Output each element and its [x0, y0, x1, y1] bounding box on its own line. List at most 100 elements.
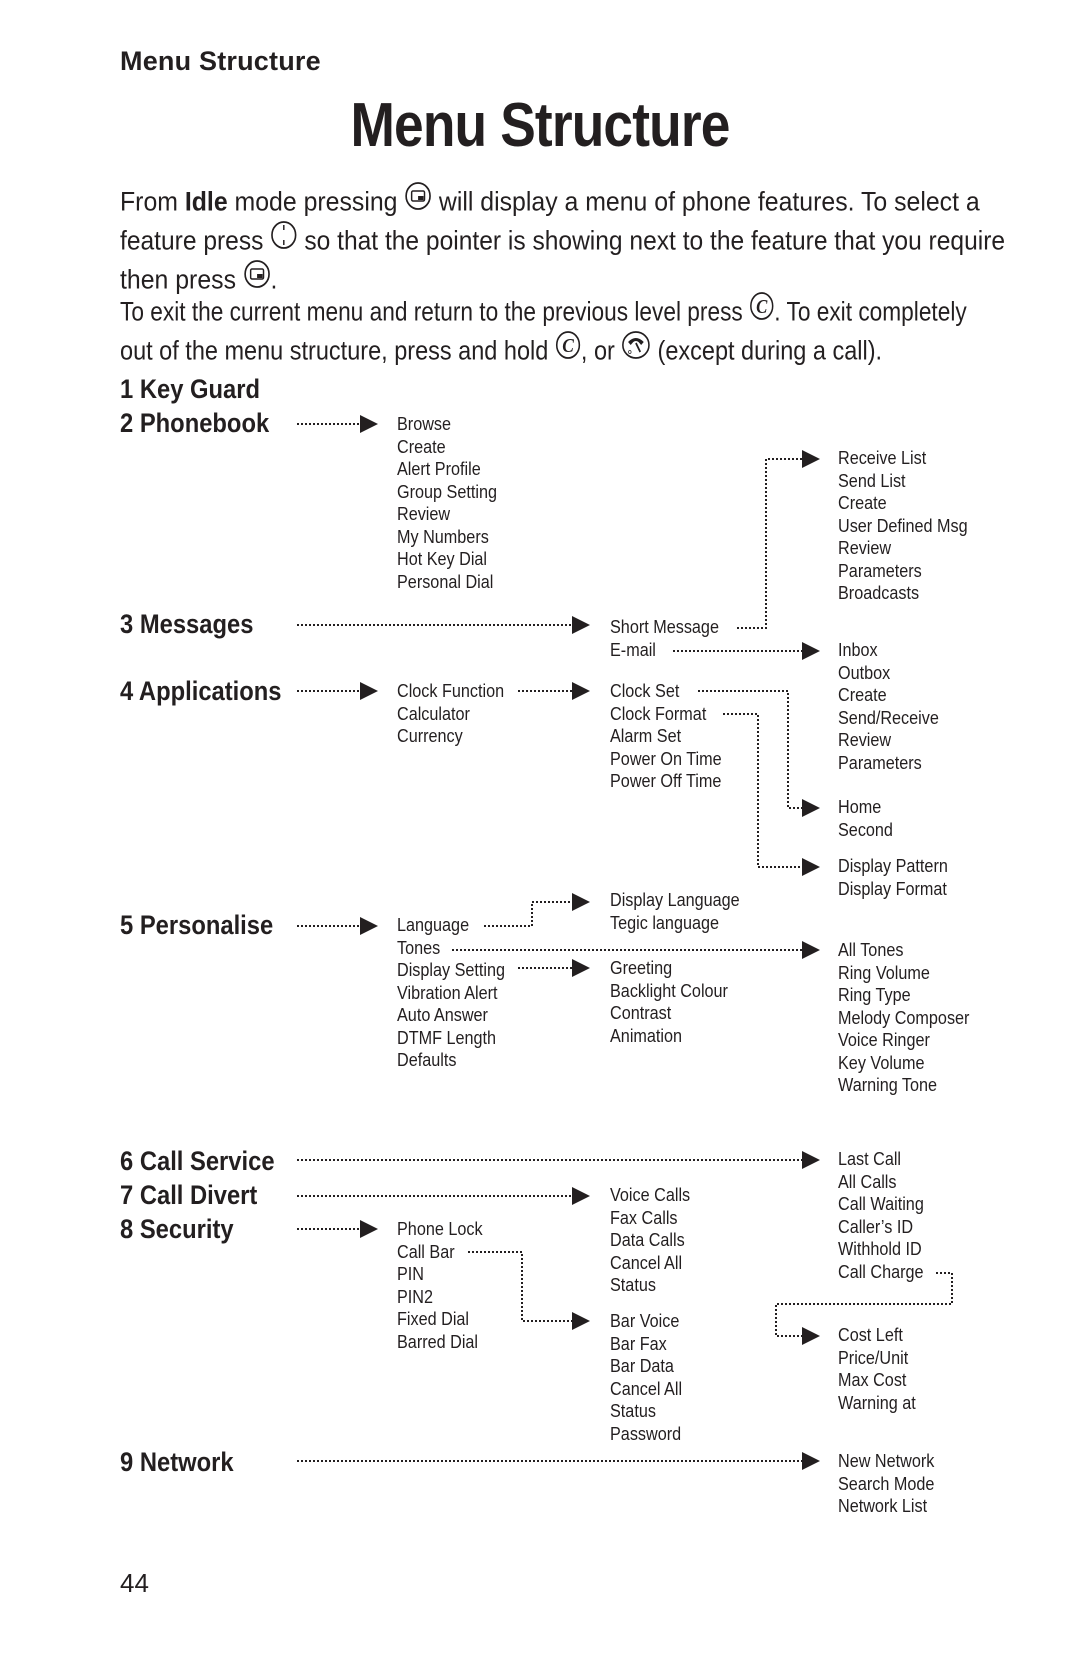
submenu-item: PIN2 — [397, 1286, 434, 1307]
submenu-messages: Short Message E-mail — [610, 616, 719, 661]
submenu-item: Alarm Set — [610, 726, 682, 746]
submenu-item: Data Calls — [610, 1230, 685, 1250]
submenu-item: Language — [397, 915, 470, 935]
submenu-item: Withhold ID — [838, 1239, 922, 1259]
running-header: Menu Structure — [120, 46, 321, 76]
submenu-item: Bar Data — [610, 1356, 674, 1376]
submenu-security: Phone Lock Call Bar PIN PIN2 Fixed Dial Barre… — [397, 1218, 483, 1353]
svg-text:C: C — [562, 335, 574, 357]
submenu-item: Last Call — [838, 1149, 902, 1169]
connector-call-bar — [468, 1251, 590, 1330]
menu-select-key-icon — [404, 181, 432, 220]
submenu-item: User Defined Msg — [838, 515, 968, 536]
clear-key-icon: C — [555, 330, 581, 369]
end-call-key-icon — [621, 330, 651, 369]
svg-text:C: C — [756, 296, 768, 318]
submenu-item: Alert Profile — [397, 459, 481, 479]
submenu-language: Display Language Tegic language — [610, 889, 740, 934]
submenu-item: Status — [610, 1401, 656, 1421]
submenu-item: Group Setting — [397, 481, 497, 502]
submenu-item: Price/Unit — [838, 1347, 909, 1368]
submenu-item: Send/Receive — [838, 707, 939, 728]
submenu-item: Cancel All — [610, 1378, 683, 1399]
submenu-item: Outbox — [838, 662, 891, 683]
submenu-item: Defaults — [397, 1050, 457, 1070]
submenu-item: Call Charge — [838, 1261, 924, 1282]
navigation-key-icon — [270, 220, 297, 259]
submenu-item: Broadcasts — [838, 583, 920, 603]
submenu-item: Inbox — [838, 640, 878, 660]
submenu-item: PIN — [397, 1264, 425, 1284]
intro-line: out of the menu structure, press and hol… — [120, 330, 882, 372]
submenu-tones: All Tones Ring Volume Ring Type Melody Comp… — [838, 939, 969, 1097]
submenu-item: Vibration Alert — [397, 982, 498, 1003]
submenu-item: Receive List — [838, 448, 927, 468]
submenu-item: Power On Time — [610, 748, 722, 769]
text: From — [120, 186, 185, 217]
submenu-item: Network List — [838, 1496, 928, 1516]
menu-item-network: 9 Network — [120, 1447, 234, 1477]
text: mode pressing — [227, 186, 405, 217]
submenu-item: Tegic language — [610, 912, 719, 933]
clear-key-icon: C — [749, 291, 774, 330]
submenu-item: Ring Volume — [838, 962, 930, 983]
page-number: 44 — [120, 1568, 149, 1598]
submenu-item: Search Mode — [838, 1473, 935, 1494]
text: . — [270, 264, 278, 295]
submenu-item: Phone Lock — [397, 1219, 483, 1239]
submenu-clock-set: Home Second — [838, 796, 893, 841]
submenu-item: Display Language — [610, 890, 740, 910]
menu-select-key-icon — [243, 259, 271, 298]
submenu-item: Calculator — [397, 703, 470, 724]
submenu-item: Second — [838, 819, 893, 840]
submenu-short-message: Receive List Send List Create User Defined … — [838, 447, 968, 605]
submenu-item: Review — [838, 730, 892, 750]
menu-item-personalise: 5 Personalise — [120, 910, 274, 940]
menu-item-call-divert: 7 Call Divert — [120, 1180, 258, 1210]
submenu-item: Voice Ringer — [838, 1030, 930, 1050]
submenu-item: Melody Composer — [838, 1007, 970, 1028]
connector-short-message — [737, 450, 820, 629]
submenu-item: Password — [610, 1423, 682, 1444]
submenu-item: Create — [397, 436, 446, 457]
text: . To exit completely — [774, 296, 967, 327]
text: (except during a call). — [650, 335, 883, 366]
submenu-item: Caller’s ID — [838, 1216, 914, 1237]
submenu-call-bar: Bar Voice Bar Fax Bar Data Cancel All Status… — [610, 1310, 682, 1445]
submenu-item: Contrast — [610, 1003, 672, 1023]
submenu-display-setting: Greeting Backlight Colour Contrast Animatio… — [610, 957, 728, 1047]
submenu-item: Key Volume — [838, 1052, 925, 1073]
intro-line: To exit the current menu and return to t… — [120, 291, 967, 333]
submenu-item: Clock Format — [610, 703, 707, 724]
text: then press — [120, 264, 243, 295]
submenu-item: Bar Voice — [610, 1311, 680, 1331]
submenu-item: Display Setting — [397, 960, 506, 980]
submenu-item: Fax Calls — [610, 1207, 678, 1228]
submenu-item: Clock Set — [610, 681, 680, 701]
submenu-clock-function: Clock Set Clock Format Alarm Set Power On T… — [610, 680, 722, 793]
intro-paragraph-1: From Idle mode pressing will display a m… — [120, 181, 1005, 301]
submenu-item: Auto Answer — [397, 1005, 488, 1025]
submenu-item: Warning at — [838, 1392, 916, 1413]
submenu-item: Create — [838, 685, 887, 705]
submenu-email: Inbox Outbox Create Send/Receive Review Param… — [838, 639, 939, 774]
submenu-call-divert: Voice Calls Fax Calls Data Calls Cancel All… — [610, 1184, 690, 1297]
submenu-item: Backlight Colour — [610, 980, 728, 1001]
submenu-network: New Network Search Mode Network List — [838, 1450, 934, 1518]
submenu-item: Call Waiting — [838, 1194, 924, 1214]
submenu-item: Browse — [397, 414, 452, 434]
text: , or — [580, 335, 622, 366]
submenu-clock-format: Display Pattern Display Format — [838, 855, 948, 900]
submenu-item: Call Bar — [397, 1241, 455, 1262]
submenu-item: Clock Function — [397, 681, 505, 701]
menu-item-security: 8 Security — [120, 1214, 234, 1244]
submenu-item: Status — [610, 1275, 656, 1295]
submenu-item: Tones — [397, 937, 441, 958]
submenu-item: Review — [838, 538, 892, 558]
submenu-item: Max Cost — [838, 1370, 907, 1390]
submenu-item: Personal Dial — [397, 571, 494, 592]
submenu-item: Voice Calls — [610, 1185, 691, 1205]
menu-item-call-service: 6 Call Service — [120, 1146, 275, 1176]
submenu-item: Hot Key Dial — [397, 549, 488, 569]
menu-item-applications: 4 Applications — [120, 676, 282, 706]
